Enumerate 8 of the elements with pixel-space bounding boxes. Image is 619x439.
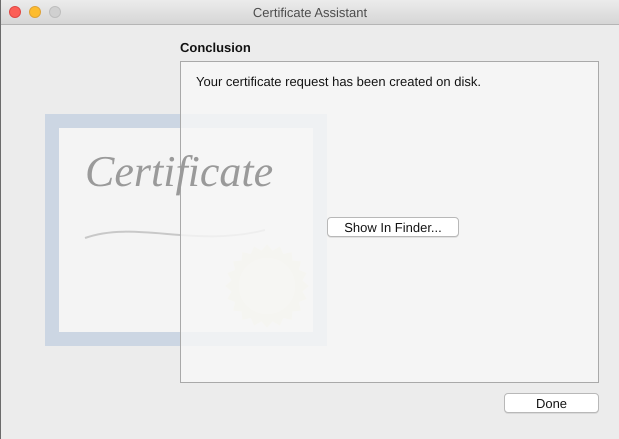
section-heading: Conclusion <box>180 40 252 55</box>
show-in-finder-button[interactable]: Show In Finder... <box>327 217 459 237</box>
zoom-button[interactable] <box>49 6 61 18</box>
minimize-button[interactable] <box>29 6 41 18</box>
window-title: Certificate Assistant <box>252 4 368 20</box>
done-button[interactable]: Done <box>504 393 599 413</box>
result-message: Your certificate request has been created on disk. <box>196 74 482 89</box>
close-button[interactable] <box>9 6 21 18</box>
